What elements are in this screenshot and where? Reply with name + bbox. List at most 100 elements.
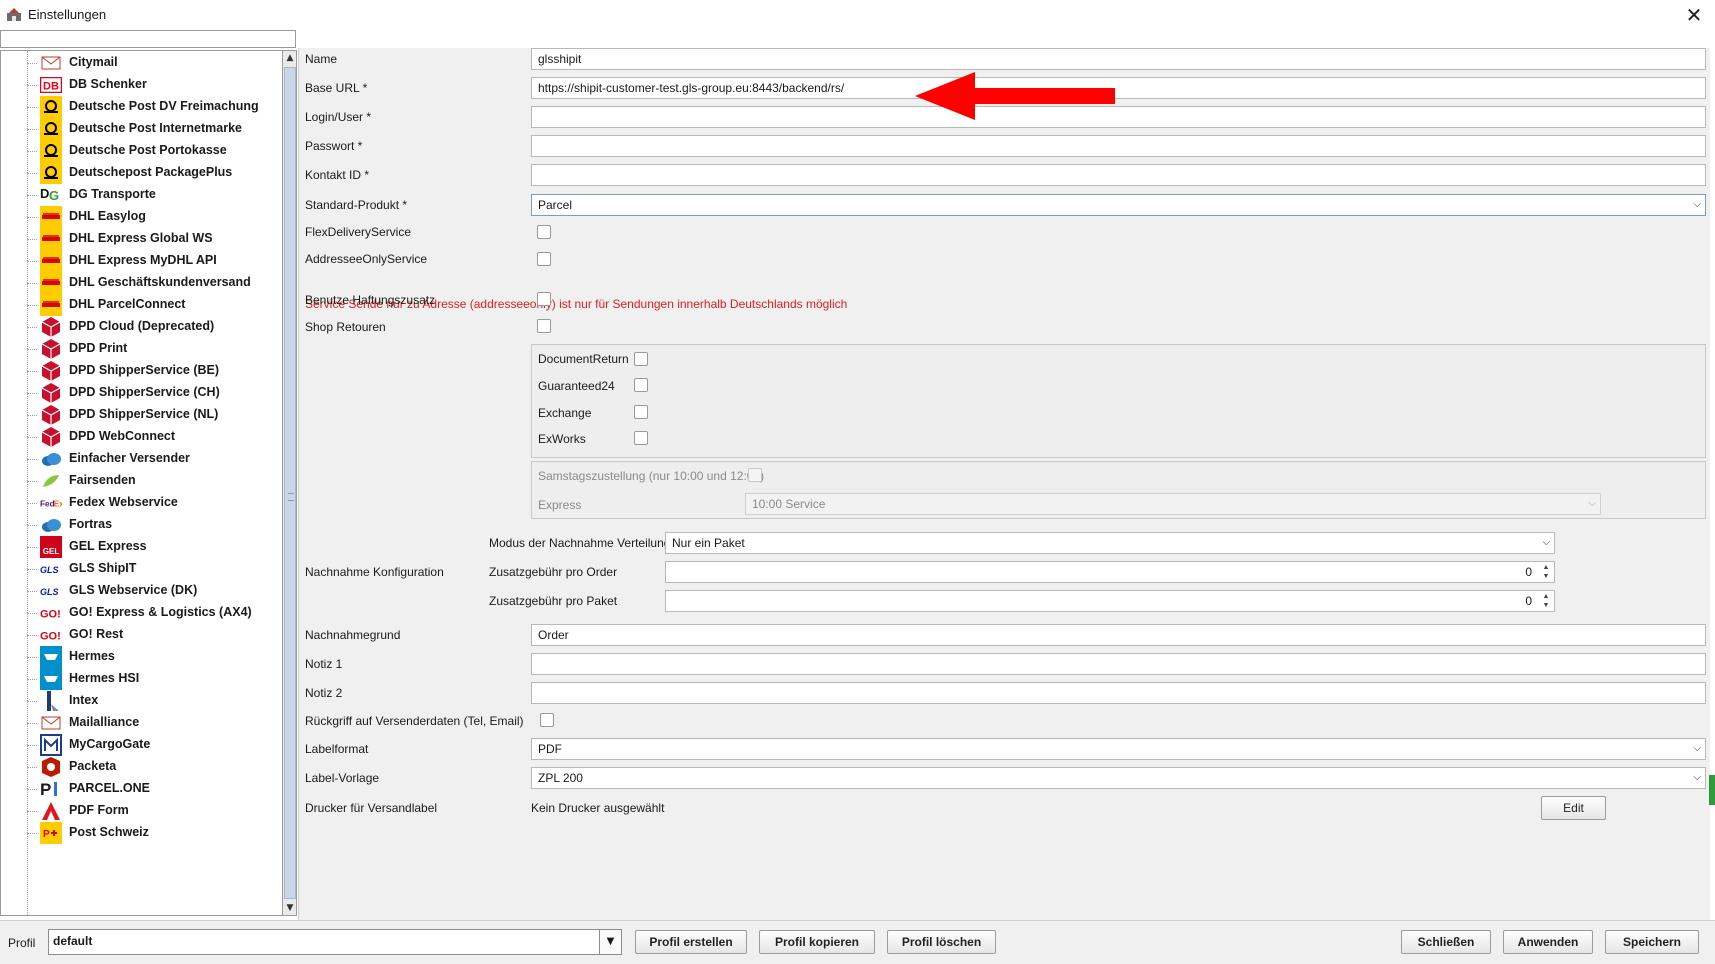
scroll-up-icon[interactable]: ▲: [284, 51, 296, 65]
tree-item[interactable]: Fortras: [27, 513, 281, 537]
tree-item[interactable]: Mailalliance: [27, 711, 281, 735]
tree-item[interactable]: Hermes: [27, 645, 281, 669]
service-exchange-checkbox[interactable]: [634, 405, 648, 419]
carrier-settings-form: Name glsshipit Base URL * https://shipit…: [298, 48, 1710, 920]
dpd-cube-icon: [40, 426, 62, 448]
service-guaranteed24-checkbox[interactable]: [634, 378, 648, 392]
tree-item[interactable]: MyCargoGate: [27, 733, 281, 757]
spinner-arrows-icon[interactable]: ▲ ▼: [1539, 563, 1553, 581]
standard-product-select[interactable]: Parcel ⌵: [531, 194, 1706, 216]
tree-item[interactable]: P PARCEL.ONE: [27, 777, 281, 801]
tree-item[interactable]: DHL Easylog: [27, 205, 281, 229]
tree-connector: [27, 63, 37, 64]
shop-returns-checkbox[interactable]: [537, 319, 551, 333]
cod-mode-select[interactable]: Nur ein Paket ⌵: [665, 532, 1555, 554]
tree-item[interactable]: FedEx Fedex Webservice: [27, 491, 281, 515]
close-button[interactable]: Schließen: [1401, 930, 1491, 954]
tree-item[interactable]: Deutsche Post Portokasse: [27, 139, 281, 163]
tree-item[interactable]: GO! GO! Rest: [27, 623, 281, 647]
tree-item-label: Deutsche Post DV Freimachung: [69, 99, 259, 113]
service-document-return-checkbox[interactable]: [634, 352, 648, 366]
copy-profile-button[interactable]: Profil kopieren: [759, 930, 875, 954]
tree-connector: [27, 393, 37, 394]
profile-dropdown-icon[interactable]: ▼: [600, 929, 622, 955]
delete-profile-button[interactable]: Profil löschen: [887, 930, 996, 954]
tree-item[interactable]: DHL ParcelConnect: [27, 293, 281, 317]
create-profile-button[interactable]: Profil erstellen: [635, 930, 747, 954]
tree-connector: [27, 195, 37, 196]
tree-item[interactable]: Fairsenden: [27, 469, 281, 493]
note1-input[interactable]: [531, 653, 1706, 675]
tree-item[interactable]: DPD Cloud (Deprecated): [27, 315, 281, 339]
scroll-down-icon[interactable]: ▼: [284, 901, 296, 915]
tree-item[interactable]: P Post Schweiz: [27, 821, 281, 845]
chevron-down-icon: ⌵: [1693, 743, 1701, 754]
tree-item[interactable]: GO! GO! Express & Logistics (AX4): [27, 601, 281, 625]
cod-reason-input[interactable]: Order: [531, 624, 1706, 646]
close-window-icon[interactable]: ✕: [1682, 3, 1706, 27]
saturday-delivery-checkbox[interactable]: [748, 468, 762, 482]
tree-item-label: GO! Rest: [69, 627, 124, 641]
contact-id-label: Kontakt ID *: [305, 168, 370, 182]
tree-item[interactable]: DHL Geschäftskundenversand: [27, 271, 281, 295]
chevron-down-icon: ⌵: [1693, 772, 1701, 783]
name-input[interactable]: glsshipit: [531, 48, 1706, 70]
tree-item[interactable]: DPD ShipperService (NL): [27, 403, 281, 427]
tree-item[interactable]: GLS GLS Webservice (DK): [27, 579, 281, 603]
profile-select[interactable]: default: [48, 929, 600, 955]
tree-item[interactable]: GEL GEL Express: [27, 535, 281, 559]
label-template-select[interactable]: ZPL 200 ⌵: [531, 767, 1706, 789]
tree-item[interactable]: Citymail: [27, 51, 281, 75]
label-template-value: ZPL 200: [538, 771, 583, 785]
apply-button[interactable]: Anwenden: [1503, 930, 1593, 954]
login-input[interactable]: [531, 106, 1706, 128]
chevron-down-icon: ⌵: [1542, 537, 1550, 548]
express-select[interactable]: 10:00 Service ⌵: [745, 493, 1601, 515]
fee-per-order-spinner[interactable]: 0 ▲ ▼: [665, 561, 1555, 583]
tree-item-label: Post Schweiz: [69, 825, 149, 839]
tree-item[interactable]: DB DB Schenker: [27, 73, 281, 97]
spinner-arrows-icon[interactable]: ▲ ▼: [1539, 592, 1553, 610]
tree-item[interactable]: PDF Form: [27, 799, 281, 823]
dpd-cube-icon: [40, 360, 62, 382]
flex-delivery-checkbox[interactable]: [537, 225, 551, 239]
liability-checkbox[interactable]: [537, 292, 551, 306]
save-button[interactable]: Speichern: [1605, 930, 1699, 954]
tree-item[interactable]: DPD WebConnect: [27, 425, 281, 449]
tree-item[interactable]: DHL Express Global WS: [27, 227, 281, 251]
tree-item[interactable]: Einfacher Versender: [27, 447, 281, 471]
password-input[interactable]: [531, 135, 1706, 157]
fedex-icon: FedEx: [40, 492, 62, 514]
sender-data-checkbox[interactable]: [540, 713, 554, 727]
tree-scrollbar[interactable]: ▲ ▼: [282, 50, 297, 916]
tree-item[interactable]: DHL Express MyDHL API: [27, 249, 281, 273]
scrollbar-thumb[interactable]: [284, 67, 296, 899]
tree-item[interactable]: DPD ShipperService (CH): [27, 381, 281, 405]
printer-edit-button[interactable]: Edit: [1541, 796, 1606, 820]
tree-item[interactable]: GLS GLS ShipIT: [27, 557, 281, 581]
tree-item[interactable]: Deutsche Post Internetmarke: [27, 117, 281, 141]
tree-connector: [27, 811, 37, 812]
login-label: Login/User *: [305, 110, 372, 124]
addressee-only-checkbox[interactable]: [537, 252, 551, 266]
base-url-input[interactable]: https://shipit-customer-test.gls-group.e…: [531, 77, 1706, 99]
tree-filter-input[interactable]: [0, 30, 296, 48]
contact-id-input[interactable]: [531, 164, 1706, 186]
label-format-select[interactable]: PDF ⌵: [531, 738, 1706, 760]
tree-item[interactable]: Deutschepost PackagePlus: [27, 161, 281, 185]
tree-connector: [27, 371, 37, 372]
tree-connector: [27, 481, 37, 482]
fee-per-package-spinner[interactable]: 0 ▲ ▼: [665, 590, 1555, 612]
tree-item[interactable]: Intex: [27, 689, 281, 713]
tree-item[interactable]: DPD Print: [27, 337, 281, 361]
tree-item[interactable]: DPD ShipperService (BE): [27, 359, 281, 383]
service-exworks-checkbox[interactable]: [634, 431, 648, 445]
note2-input[interactable]: [531, 682, 1706, 704]
tree-item[interactable]: Packeta: [27, 755, 281, 779]
fee-per-package-value: 0: [1525, 594, 1532, 608]
tree-item-label: DPD Print: [69, 341, 128, 355]
tree-item[interactable]: Deutsche Post DV Freimachung: [27, 95, 281, 119]
tree-item[interactable]: D G DG Transporte: [27, 183, 281, 207]
tree-item[interactable]: Hermes HSI: [27, 667, 281, 691]
tree-item-label: Fedex Webservice: [69, 495, 178, 509]
